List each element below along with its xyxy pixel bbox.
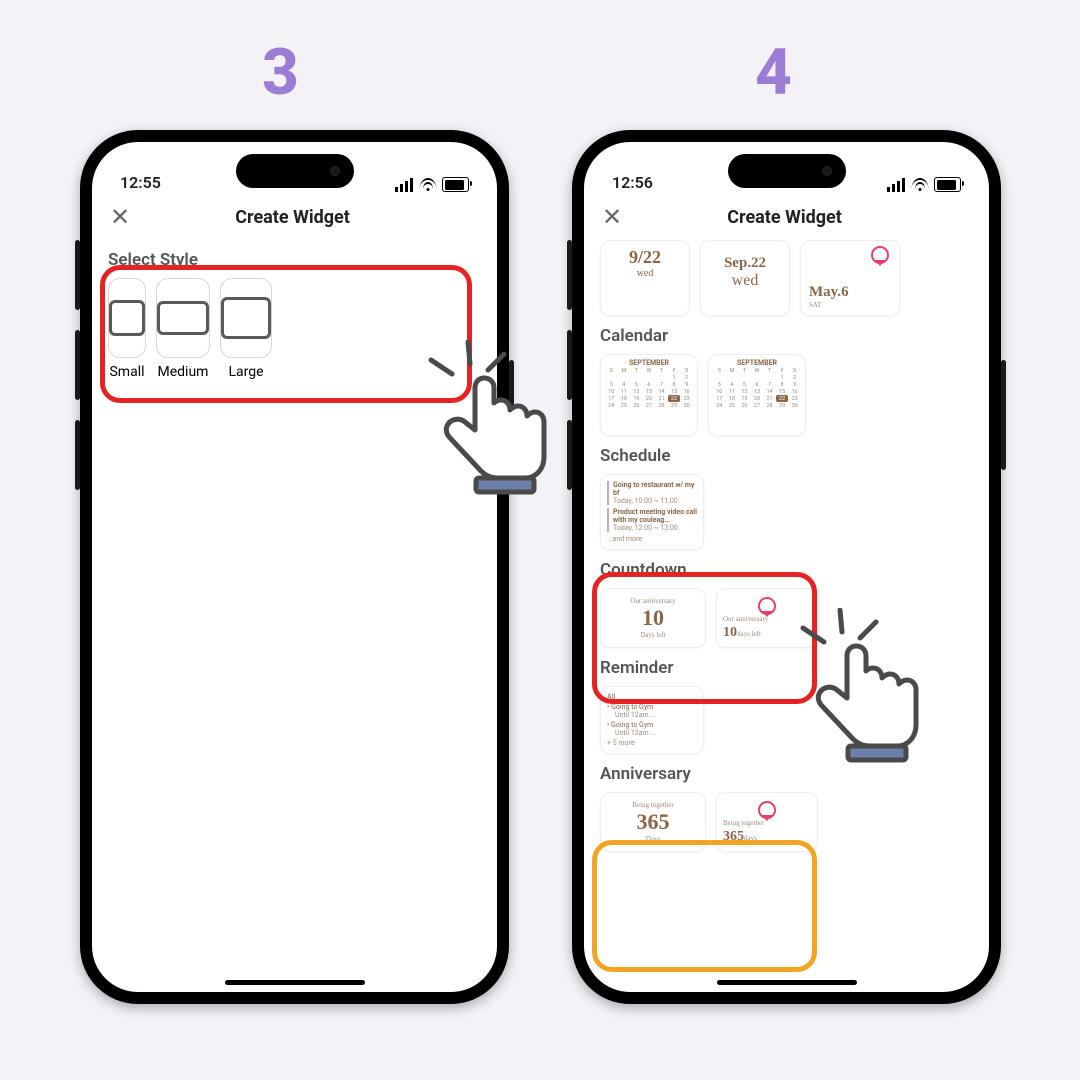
widget-calendar-b[interactable]: SEPTEMBER SMTWTFS 12 3456789 10111213141… <box>708 354 806 436</box>
rem-row-detail: Until 12am ... <box>607 711 697 719</box>
page-title: Create Widget <box>622 207 947 228</box>
phone-screen-4: 12:56 ✕ Create Widget 9/22 wed Sep.22 <box>584 142 989 992</box>
style-option-small[interactable] <box>108 278 146 358</box>
date-a-day: wed <box>609 268 681 279</box>
ann-unit: Days <box>609 835 697 843</box>
cellular-icon <box>395 178 413 192</box>
ann-unit: days <box>744 834 757 842</box>
rem-more: + 5 more <box>607 739 697 747</box>
status-time: 12:56 <box>612 173 653 192</box>
tap-pointer-icon <box>800 608 950 768</box>
battery-icon <box>442 177 469 192</box>
highlight-anniversary <box>592 840 817 972</box>
cd-unit: Days left <box>609 631 697 639</box>
date-b-day: wed <box>709 272 781 290</box>
ribbon-icon <box>871 246 889 264</box>
ann-title: Being together <box>609 801 697 809</box>
sched-more: ...and more <box>607 535 697 543</box>
widget-anniversary-b[interactable]: Being together 365days <box>716 792 818 852</box>
wifi-icon <box>419 178 436 191</box>
status-time: 12:55 <box>120 173 161 192</box>
step-number-4: 4 <box>755 35 792 110</box>
nav-bar: ✕ Create Widget <box>584 194 989 240</box>
section-select-style: Select Style <box>108 250 481 270</box>
widget-anniversary-a[interactable]: Being together 365 Days <box>600 792 706 852</box>
page-title: Create Widget <box>130 207 455 228</box>
rem-row: Going to Gym <box>611 721 653 729</box>
widget-date-c[interactable]: May.6 SAT <box>800 240 900 316</box>
sched-row-time: Today, 10:00 ~ 11:00 <box>613 497 678 505</box>
sched-row-title: Going to restaurant w/ my bf <box>613 481 697 497</box>
widget-schedule[interactable]: Going to restaurant w/ my bfToday, 10:00… <box>600 474 704 550</box>
style-label-medium: Medium <box>156 364 210 380</box>
date-b-date: Sep.22 <box>709 255 781 272</box>
step-number-3: 3 <box>262 35 299 110</box>
widget-countdown-a[interactable]: Our anniversary 10 Days left <box>600 588 706 648</box>
tap-pointer-icon <box>428 340 578 500</box>
close-icon[interactable]: ✕ <box>602 205 622 229</box>
date-a-date: 9/22 <box>609 247 681 268</box>
cal-month: SEPTEMBER <box>713 359 801 367</box>
style-option-medium[interactable] <box>156 278 210 358</box>
rem-row: Going to Gym <box>611 703 653 711</box>
cal-month: SEPTEMBER <box>605 359 693 367</box>
widget-calendar-a[interactable]: SEPTEMBER SMTWTFS 12 3456789 10111213141… <box>600 354 698 436</box>
phone-frame-3: 12:55 ✕ Create Widget Select Style Small <box>80 130 509 1004</box>
cd-number: 10 <box>723 625 737 640</box>
close-icon[interactable]: ✕ <box>110 205 130 229</box>
section-countdown: Countdown <box>600 560 973 580</box>
rem-header: All <box>607 693 697 701</box>
dynamic-island <box>728 154 846 188</box>
cd-unit: days left <box>737 630 761 638</box>
wifi-icon <box>911 178 928 191</box>
ann-number: 365 <box>723 829 744 844</box>
ribbon-icon <box>758 801 776 819</box>
widget-date-b[interactable]: Sep.22 wed <box>700 240 790 316</box>
sched-row-time: Today, 12:00 ~ 13:00 <box>613 524 678 532</box>
date-c-day: SAT <box>809 301 891 309</box>
ann-number: 365 <box>609 809 697 835</box>
section-schedule: Schedule <box>600 446 973 466</box>
cal-grid: SMTWTFS 12 3456789 10111213141516 171819… <box>605 367 693 409</box>
sched-row-title: Product meeting video call with my coule… <box>613 508 697 524</box>
section-calendar: Calendar <box>600 326 973 346</box>
home-indicator <box>225 980 365 985</box>
battery-icon <box>934 177 961 192</box>
phone-frame-4: 12:56 ✕ Create Widget 9/22 wed Sep.22 <box>572 130 1001 1004</box>
home-indicator <box>717 980 857 985</box>
cal-grid: SMTWTFS 12 3456789 10111213141516 171819… <box>713 367 801 409</box>
nav-bar: ✕ Create Widget <box>92 194 497 240</box>
widget-reminder[interactable]: All • Going to GymUntil 12am ... • Going… <box>600 686 704 754</box>
date-c-date: May.6 <box>809 284 891 301</box>
widget-date-a[interactable]: 9/22 wed <box>600 240 690 316</box>
ribbon-icon <box>758 597 776 615</box>
cellular-icon <box>887 178 905 192</box>
style-option-large[interactable] <box>220 278 272 358</box>
cd-title: Our anniversary <box>609 597 697 605</box>
cd-number: 10 <box>609 605 697 631</box>
style-label-small: Small <box>108 364 146 380</box>
dynamic-island <box>236 154 354 188</box>
rem-row-detail: Until 12am ... <box>607 729 697 737</box>
style-label-large: Large <box>220 364 272 380</box>
phone-screen-3: 12:55 ✕ Create Widget Select Style Small <box>92 142 497 992</box>
